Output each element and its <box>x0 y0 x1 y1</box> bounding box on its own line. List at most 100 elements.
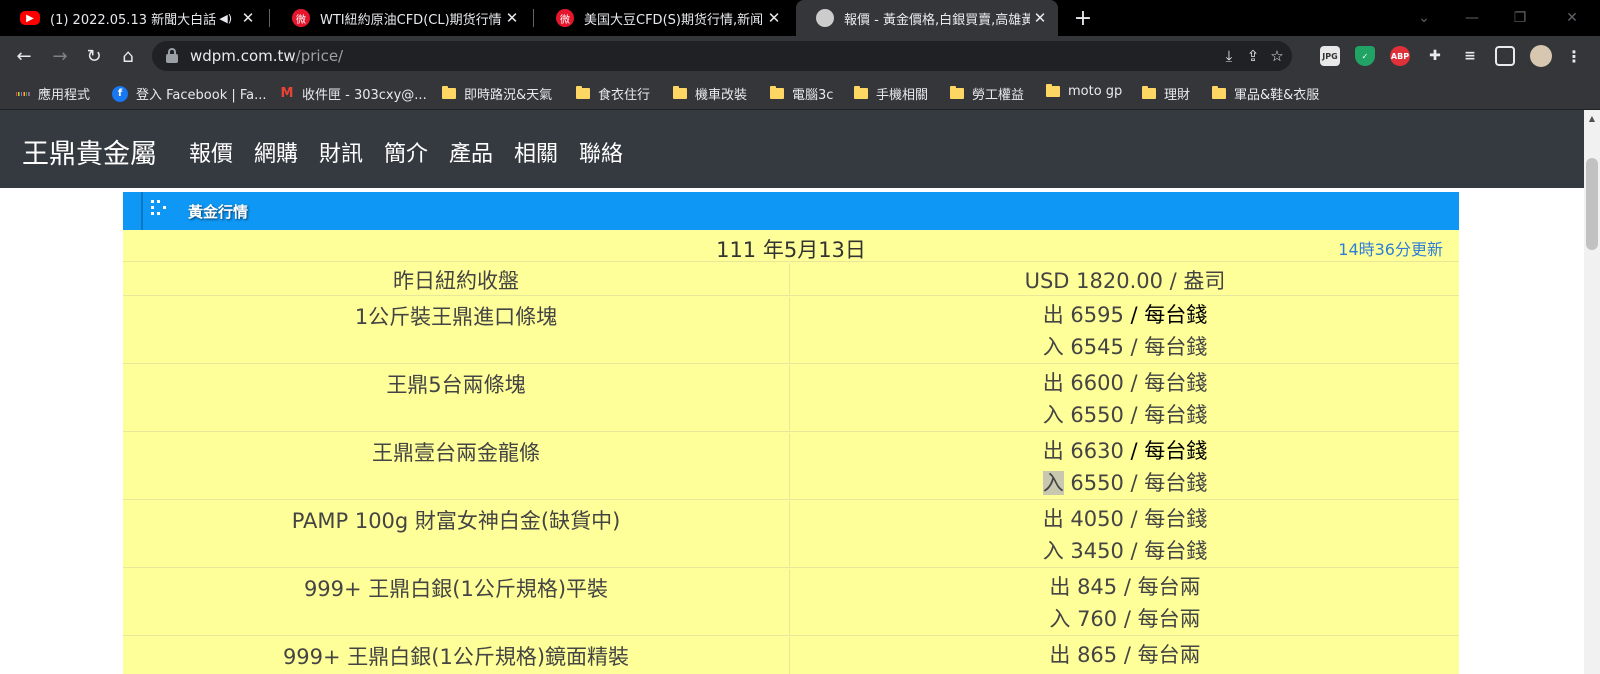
close-window-icon[interactable]: ✕ <box>1548 0 1596 36</box>
tab-separator <box>533 9 534 27</box>
gold-price-panel: 黃金行情 111 年5月13日 14時36分更新 昨日紐約收盤 USD 1820… <box>123 192 1459 674</box>
nav-link-products[interactable]: 產品 <box>449 136 493 168</box>
bookmark-folder[interactable]: moto gp <box>1046 84 1122 99</box>
site-brand[interactable]: 王鼎貴金屬 <box>22 132 157 171</box>
gmail-icon: M <box>280 86 294 101</box>
speaker-icon[interactable]: ◀) <box>219 12 232 25</box>
folder-icon <box>442 86 456 99</box>
close-tab-icon[interactable]: ✕ <box>238 9 258 27</box>
bookmark-folder[interactable]: 食衣住行 <box>576 84 650 103</box>
install-app-icon[interactable]: ⤓ <box>1218 45 1240 67</box>
browser-toolbar: ← → ↻ ⌂ wdpm.com.tw/price/ ⤓ ⇪ ☆ JPG ✓ A… <box>0 36 1600 76</box>
price-cell: 出 4050 / 每台錢 入 3450 / 每台錢 <box>791 501 1459 567</box>
close-tab-icon[interactable]: ✕ <box>502 9 522 27</box>
home-icon[interactable]: ⌂ <box>116 44 140 68</box>
bookmark-folder[interactable]: 軍品&鞋&衣服 <box>1212 84 1319 103</box>
bookmark-folder[interactable]: 手機相關 <box>854 84 928 103</box>
close-tab-icon[interactable]: ✕ <box>764 9 784 27</box>
tab-search-icon[interactable]: ⌄ <box>1400 0 1448 36</box>
tab-soybean[interactable]: 微 美国大豆CFD(S)期货行情,新闻,报 ✕ <box>536 0 792 36</box>
bookmark-facebook[interactable]: f 登入 Facebook | Fa... <box>112 84 267 103</box>
bookmarks-bar: 應用程式 f 登入 Facebook | Fa... M 收件匣 - 303cx… <box>0 76 1600 110</box>
address-bar[interactable]: wdpm.com.tw/price/ ⤓ ⇪ ☆ <box>152 41 1292 71</box>
sell-price: 出 6630 / 每台錢 <box>1042 439 1208 463</box>
profile-avatar[interactable] <box>1530 45 1552 67</box>
selected-text: 入 <box>1042 471 1064 495</box>
folder-icon <box>950 86 964 99</box>
extension-jpg-icon[interactable]: JPG <box>1320 46 1340 66</box>
table-row: 王鼎壹台兩金龍條 出 6630 / 每台錢 入 6550 / 每台錢 <box>123 433 1459 500</box>
close-tab-icon[interactable]: ✕ <box>1030 9 1050 27</box>
bookmark-folder[interactable]: 理財 <box>1142 84 1190 103</box>
shield-icon[interactable]: ✓ <box>1355 46 1375 66</box>
scroll-thumb[interactable] <box>1586 158 1598 250</box>
panel-title: 黃金行情 <box>188 203 249 221</box>
sell-price: 出 865 / 每台兩 <box>1049 643 1201 667</box>
tab-wti[interactable]: 微 WTI紐約原油CFD(CL)期货行情,新 ✕ <box>272 0 530 36</box>
menu-dots-icon[interactable]: ⋮ <box>1564 46 1584 66</box>
panel-header: 黃金行情 <box>123 192 1459 230</box>
tab-title: (1) 2022.05.13 新聞大白話【 <box>50 12 220 28</box>
price-cell: 出 6630 / 每台錢 入 6550 / 每台錢 <box>791 433 1459 499</box>
scroll-up-arrow-icon[interactable]: ▲ <box>1584 110 1600 126</box>
tab-strip: ▶ (1) 2022.05.13 新聞大白話【 ◀) ✕ 微 WTI紐約原油CF… <box>0 0 1600 36</box>
nav-link-related[interactable]: 相關 <box>514 136 558 168</box>
tab-youtube[interactable]: ▶ (1) 2022.05.13 新聞大白話【 ◀) ✕ <box>0 0 266 36</box>
apps-grid-icon <box>15 87 31 101</box>
product-name: 王鼎壹台兩金龍條 <box>123 433 790 499</box>
sell-price: 出 4050 / 每台錢 <box>1042 507 1208 531</box>
bookmark-folder[interactable]: 即時路況&天氣 <box>442 84 552 103</box>
restore-icon[interactable]: ❐ <box>1496 0 1544 36</box>
tab-title: WTI紐約原油CFD(CL)期货行情,新 <box>320 12 502 28</box>
grip-dots-icon <box>151 200 167 218</box>
nav-link-contact[interactable]: 聯絡 <box>579 136 623 168</box>
side-panel-icon[interactable] <box>1495 46 1515 66</box>
bookmark-folder[interactable]: 機車改裝 <box>673 84 747 103</box>
page-scrollbar[interactable]: ▲ <box>1584 110 1600 674</box>
nav-link-news[interactable]: 財訊 <box>319 136 363 168</box>
forward-arrow-icon[interactable]: → <box>48 44 72 68</box>
product-name: PAMP 100g 財富女神白金(缺貨中) <box>123 501 790 567</box>
table-row: 昨日紐約收盤 USD 1820.00 / 盎司 <box>123 263 1459 296</box>
table-row: 999+ 王鼎白銀(1公斤規格)平裝 出 845 / 每台兩 入 760 / 每… <box>123 569 1459 636</box>
youtube-icon: ▶ <box>20 11 40 25</box>
reload-icon[interactable]: ↻ <box>82 44 106 68</box>
product-name: 王鼎5台兩條塊 <box>123 365 790 431</box>
product-name: 1公斤裝王鼎進口條塊 <box>123 297 790 363</box>
price-cell: 出 845 / 每台兩 入 760 / 每台兩 <box>791 569 1459 635</box>
sell-price: 出 6600 / 每台錢 <box>1042 371 1208 395</box>
bookmark-folder[interactable]: 勞工權益 <box>950 84 1024 103</box>
new-tab-button[interactable]: + <box>1068 0 1098 36</box>
table-row: PAMP 100g 財富女神白金(缺貨中) 出 4050 / 每台錢 入 345… <box>123 501 1459 568</box>
table-row: 999+ 王鼎白銀(1公斤規格)鏡面精裝 出 865 / 每台兩 <box>123 637 1459 674</box>
site-icon <box>816 9 834 27</box>
folder-icon <box>576 86 590 99</box>
bookmark-gmail[interactable]: M 收件匣 - 303cxy@... <box>280 84 427 103</box>
tab-title: 美国大豆CFD(S)期货行情,新闻,报 <box>584 12 764 28</box>
bookmark-folder[interactable]: 電腦3c <box>770 84 833 103</box>
lock-icon[interactable] <box>166 48 178 64</box>
facebook-icon: f <box>112 85 128 102</box>
nav-link-about[interactable]: 簡介 <box>384 136 428 168</box>
ny-close-label: 昨日紐約收盤 <box>123 263 790 295</box>
nav-link-shop[interactable]: 網購 <box>254 136 298 168</box>
bookmark-apps[interactable]: 應用程式 <box>15 84 90 103</box>
bookmark-star-icon[interactable]: ☆ <box>1266 45 1288 67</box>
ny-close-value: USD 1820.00 / 盎司 <box>1024 269 1226 293</box>
back-arrow-icon[interactable]: ← <box>12 44 36 68</box>
url-text[interactable]: wdpm.com.tw/price/ <box>190 47 343 65</box>
media-queue-icon[interactable]: ≡ <box>1460 46 1480 66</box>
adblock-icon[interactable]: ABP <box>1390 46 1410 66</box>
buy-price: 入 3450 / 每台錢 <box>1042 539 1208 563</box>
sell-price: 出 6595 / 每台錢 <box>1042 303 1208 327</box>
table-row: 1公斤裝王鼎進口條塊 出 6595 / 每台錢 入 6545 / 每台錢 <box>123 297 1459 364</box>
nav-link-quote[interactable]: 報價 <box>189 136 233 168</box>
sell-price: 出 845 / 每台兩 <box>1049 575 1201 599</box>
tab-active-price[interactable]: 報價 - 黃金價格,白銀買賣,高雄黃 ✕ <box>796 0 1058 36</box>
table-row: 王鼎5台兩條塊 出 6600 / 每台錢 入 6550 / 每台錢 <box>123 365 1459 432</box>
extensions-puzzle-icon[interactable]: ✚ <box>1425 46 1445 66</box>
minimize-icon[interactable]: — <box>1448 0 1496 36</box>
weibo-icon: 微 <box>556 9 574 27</box>
share-icon[interactable]: ⇪ <box>1242 45 1264 67</box>
product-name: 999+ 王鼎白銀(1公斤規格)鏡面精裝 <box>123 637 790 674</box>
